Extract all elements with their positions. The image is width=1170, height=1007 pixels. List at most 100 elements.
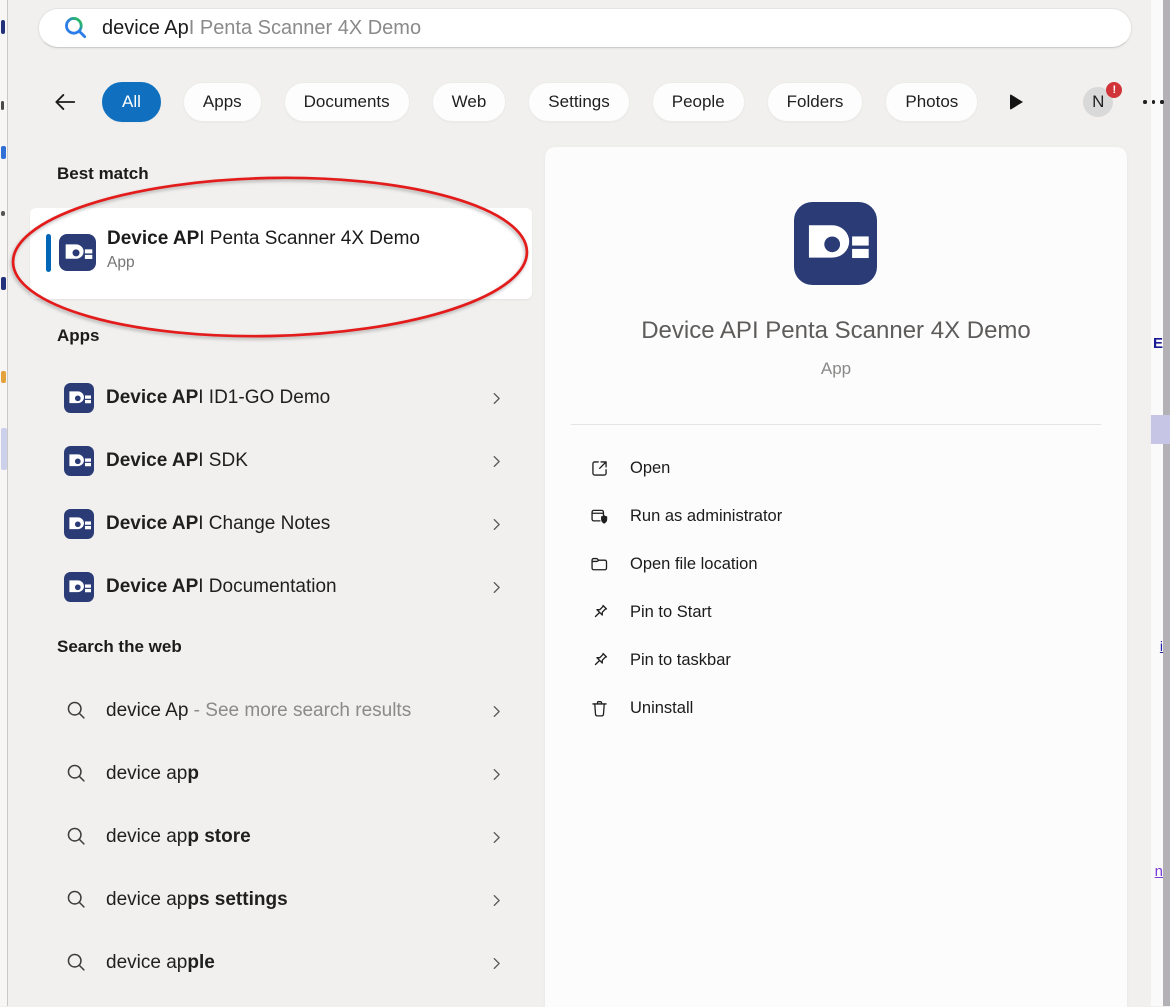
title-rest-part: I Change Notes [198, 513, 330, 534]
action-label: Run as administrator [630, 507, 782, 526]
tab-folders[interactable]: Folders [767, 82, 864, 122]
action-label: Open [630, 459, 670, 478]
best-match-type: App [107, 254, 420, 272]
right-fragment-text: E [1151, 336, 1163, 352]
action-pin-to-start[interactable]: Pin to Start [545, 588, 1127, 636]
app-result-row[interactable]: Device API ID1-GO Demo [38, 367, 542, 429]
search-icon [66, 952, 88, 974]
web-suggestion-row[interactable]: device apps settings [38, 869, 542, 931]
web-suggestion-row[interactable]: device app [38, 743, 542, 805]
back-button[interactable] [50, 87, 80, 117]
chevron-right-icon[interactable] [489, 956, 504, 971]
chevron-right-icon[interactable] [489, 893, 504, 908]
left-fragment [1, 146, 6, 159]
chevron-right-icon[interactable] [489, 830, 504, 845]
chevron-right-icon[interactable] [489, 454, 504, 469]
action-pin-to-taskbar[interactable]: Pin to taskbar [545, 636, 1127, 684]
search-input[interactable]: device ApI Penta Scanner 4X Demo [38, 8, 1132, 48]
action-open-file-location[interactable]: Open file location [545, 540, 1127, 588]
best-match-result[interactable]: Device API Penta Scanner 4X Demo App [30, 208, 532, 299]
device-api-app-icon-large [794, 202, 877, 285]
tab-photos[interactable]: Photos [885, 82, 978, 122]
left-fragment [1, 20, 5, 34]
device-api-app-icon [64, 572, 94, 602]
search-icon [66, 700, 88, 722]
left-fragment [1, 101, 4, 110]
tab-settings[interactable]: Settings [528, 82, 629, 122]
title-matched-part: Device AP [106, 387, 198, 408]
right-edge-scrollbar-strip [1163, 0, 1170, 1006]
detail-panel: Device API Penta Scanner 4X Demo App Ope… [545, 147, 1127, 1007]
completion-part: ps settings [187, 889, 287, 910]
chevron-right-icon[interactable] [489, 391, 504, 406]
app-result-row[interactable]: Device API Documentation [38, 556, 542, 618]
filter-tabs-row: All Apps Documents Web Settings People F… [38, 82, 1164, 122]
pin-icon [589, 650, 610, 671]
device-api-app-icon [64, 383, 94, 413]
search-icon [66, 889, 88, 911]
web-suggestion-text: device apple [106, 952, 215, 974]
action-uninstall[interactable]: Uninstall [545, 684, 1127, 732]
panel-app-title: Device API Penta Scanner 4X Demo [545, 317, 1127, 345]
title-matched-part: Device AP [106, 513, 198, 534]
web-suggestion-row[interactable]: device Ap - See more search results [38, 680, 542, 742]
best-match-text: Device API Penta Scanner 4X Demo App [107, 228, 420, 272]
panel-divider [571, 424, 1101, 425]
open-external-icon [589, 458, 610, 479]
tab-web[interactable]: Web [432, 82, 507, 122]
title-matched-part: Device AP [107, 228, 199, 249]
left-fragment [1, 428, 7, 470]
query-part: device ap [106, 826, 187, 847]
completion-part: p [187, 763, 199, 784]
chevron-right-icon[interactable] [489, 704, 504, 719]
chevron-right-icon[interactable] [489, 517, 504, 532]
typed-query: device Ap [102, 17, 189, 39]
admin-shield-icon [589, 506, 610, 527]
more-options-button[interactable] [1143, 87, 1164, 117]
title-rest-part: I ID1-GO Demo [198, 387, 330, 408]
action-run-as-administrator[interactable]: Run as administrator [545, 492, 1127, 540]
inline-suggestion: I Penta Scanner 4X Demo [189, 17, 421, 39]
search-icon [63, 15, 89, 41]
folder-icon [589, 554, 610, 575]
chevron-right-icon[interactable] [489, 580, 504, 595]
tab-people[interactable]: People [652, 82, 745, 122]
web-suggestion-row[interactable]: device apple [38, 932, 542, 994]
user-avatar[interactable]: N ! [1083, 87, 1113, 117]
completion-part: ple [187, 952, 214, 973]
app-result-row[interactable]: Device API Change Notes [38, 493, 542, 555]
trash-icon [589, 698, 610, 719]
device-api-app-icon [64, 509, 94, 539]
best-match-title: Device API Penta Scanner 4X Demo [107, 228, 420, 250]
app-row-title: Device API SDK [106, 450, 248, 472]
tab-apps[interactable]: Apps [183, 82, 262, 122]
left-edge-background-strip [0, 0, 8, 1006]
device-api-app-icon [59, 234, 96, 271]
query-part: device ap [106, 952, 187, 973]
search-web-heading: Search the web [57, 637, 182, 657]
best-match-heading: Best match [57, 164, 149, 184]
tab-all[interactable]: All [102, 82, 161, 122]
app-result-row[interactable]: Device API SDK [38, 430, 542, 492]
action-label: Open file location [630, 555, 758, 574]
panel-actions: Open Run as administrator Open file loca… [545, 444, 1127, 732]
action-label: Pin to taskbar [630, 651, 731, 670]
device-api-app-icon [64, 446, 94, 476]
notification-badge: ! [1106, 82, 1122, 98]
query-part: device ap [106, 889, 187, 910]
selection-accent-bar [46, 234, 51, 272]
action-open[interactable]: Open [545, 444, 1127, 492]
title-rest-part: I Documentation [198, 576, 336, 597]
web-suggestion-row[interactable]: device app store [38, 806, 542, 868]
tab-documents[interactable]: Documents [284, 82, 410, 122]
right-fragment-text: i [1151, 638, 1163, 654]
app-row-title: Device API Change Notes [106, 513, 330, 535]
chevron-right-icon[interactable] [489, 767, 504, 782]
avatar-initial: N [1092, 92, 1104, 112]
search-icon [66, 826, 88, 848]
apps-heading: Apps [57, 326, 100, 346]
more-filters-icon[interactable] [1010, 94, 1023, 110]
action-label: Pin to Start [630, 603, 712, 622]
title-matched-part: Device AP [106, 576, 198, 597]
right-edge-background-strip [1151, 0, 1163, 1006]
